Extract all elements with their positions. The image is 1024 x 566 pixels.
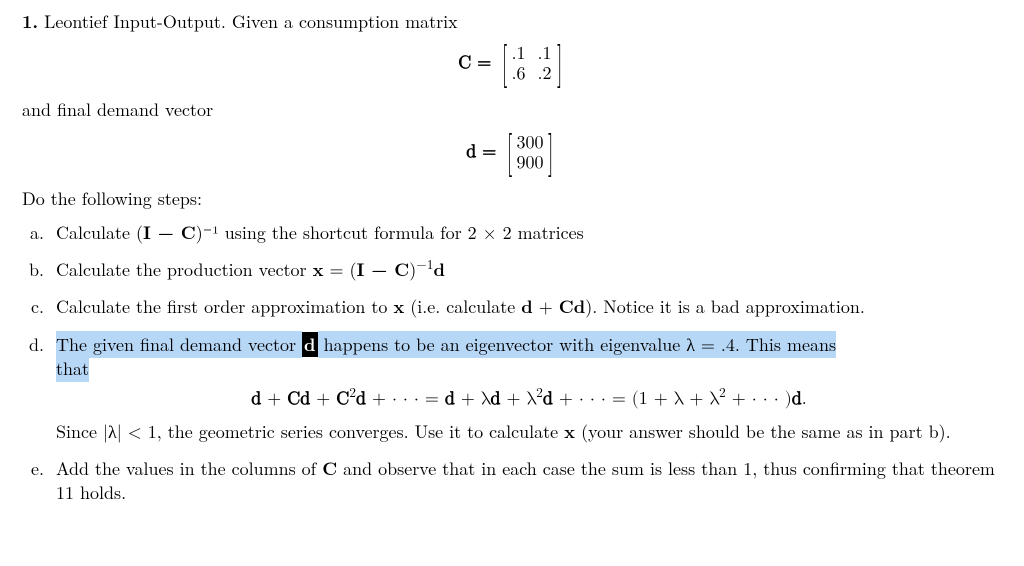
step-a: Calculate (I − C)⁻¹ using the shortcut f… (50, 221, 1002, 245)
step-d-d-black: d (302, 332, 318, 357)
step-d-equation: d + Cd + C2d + · · · = d + λd + λ2d + · … (56, 387, 1002, 411)
matrix-c-00: .1 (505, 44, 531, 64)
step-a-pre: Calculate ( (56, 220, 143, 245)
step-a-suf: )⁻¹ using the shortcut formula for 2 × 2… (196, 220, 584, 245)
step-d-highlight-line1b: happens to be an eigenvector with eigenv… (318, 331, 837, 358)
matrix-c: [ .1 .1 .6 .2 ] (499, 44, 564, 84)
step-c: Calculate the first order approximation … (50, 295, 1002, 319)
vector-d-prefix: d = (466, 142, 496, 160)
steps-intro: Do the following steps: (22, 187, 1002, 211)
vector-d-equation: d = [ 300 900 ] (22, 133, 1002, 173)
matrix-c-11: .2 (531, 64, 557, 84)
vector-d-0: 300 (510, 133, 549, 153)
right-bracket-icon: ] (548, 133, 553, 173)
problem-heading: 1. Leontief Input-Output. Given a consum… (22, 10, 1002, 34)
step-d: The given final demand vector d happens … (50, 333, 1002, 444)
problem-title-text: Leontief Input-Output. Given a consumpti… (44, 9, 458, 34)
step-b: Calculate the production vector x = (I −… (50, 258, 1002, 282)
vector-d: [ 300 900 ] (504, 133, 555, 173)
step-d-lambda: λ = .4. This means (686, 332, 836, 357)
step-d-sel2: happens to be an eigenvector with eigenv… (324, 332, 687, 357)
matrix-c-equation: C = [ .1 .1 .6 .2 ] (22, 44, 1002, 84)
step-d-sel1: The given final demand vector (56, 332, 302, 357)
steps-list: Calculate (I − C)⁻¹ using the shortcut f… (50, 221, 1002, 506)
matrix-c-10: .6 (505, 64, 531, 84)
matrix-c-01: .1 (531, 44, 557, 64)
demand-text: and final demand vector (22, 98, 1002, 122)
problem-number: 1. (22, 9, 38, 34)
step-d-highlight-line1: The given final demand vector (56, 331, 302, 358)
step-a-IC: I − C (143, 220, 196, 245)
matrix-c-body: .1 .1 .6 .2 (505, 44, 557, 84)
vector-d-body: 300 900 (510, 133, 549, 173)
matrix-c-prefix: C = (458, 54, 491, 72)
left-bracket-icon: [ (502, 44, 507, 84)
right-bracket-icon: ] (556, 44, 561, 84)
step-d-highlight-line2: that (56, 355, 89, 382)
left-bracket-icon: [ (507, 133, 512, 173)
step-e: Add the values in the columns of C and o… (50, 457, 1002, 506)
vector-d-1: 900 (510, 153, 549, 173)
step-d-after: Since |λ| < 1, the geometric series conv… (56, 420, 1002, 444)
page-root: 1. Leontief Input-Output. Given a consum… (0, 0, 1024, 541)
